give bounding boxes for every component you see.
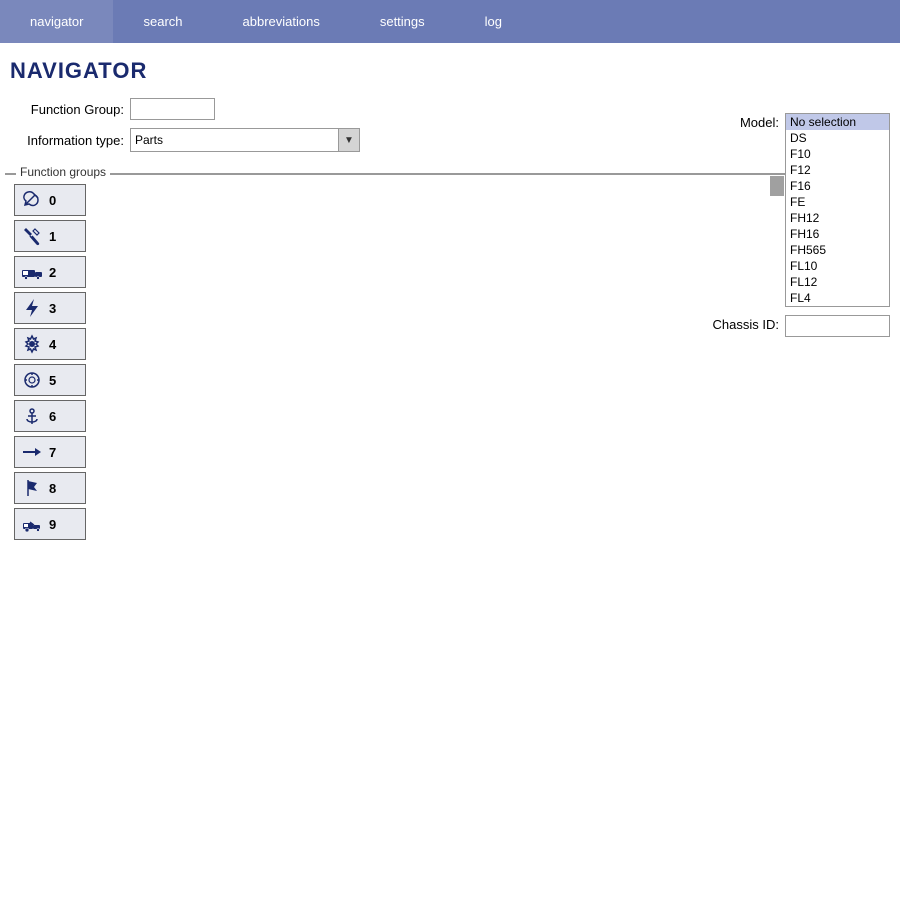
fg-button-7[interactable]: 7 — [14, 436, 86, 468]
model-option-fh16[interactable]: FH16 — [786, 226, 889, 242]
model-option-fh12[interactable]: FH12 — [786, 210, 889, 226]
fg-number-0: 0 — [49, 193, 56, 208]
nav-item-abbreviations[interactable]: abbreviations — [213, 0, 350, 43]
fg-number-7: 7 — [49, 445, 56, 460]
function-groups-section: Function groups 0 — [5, 173, 785, 175]
fg-button-1[interactable]: 1 — [14, 220, 86, 252]
model-option-fe[interactable]: FE — [786, 194, 889, 210]
fg-button-2[interactable]: 2 — [14, 256, 86, 288]
fg-number-1: 1 — [49, 229, 56, 244]
gear-icon — [19, 332, 45, 356]
model-option-ds[interactable]: DS — [786, 130, 889, 146]
model-option-fl10[interactable]: FL10 — [786, 258, 889, 274]
fg-number-6: 6 — [49, 409, 56, 424]
truck-icon — [19, 260, 45, 284]
model-option-f12[interactable]: F12 — [786, 162, 889, 178]
fg-button-3[interactable]: 3 — [14, 292, 86, 324]
fg-number-3: 3 — [49, 301, 56, 316]
tractor-icon — [19, 512, 45, 536]
function-group-input[interactable] — [130, 98, 215, 120]
circle-gear-icon — [19, 368, 45, 392]
main-content: NAVIGATOR Function Group: Information ty… — [0, 43, 900, 170]
flag-icon — [19, 476, 45, 500]
fg-button-5[interactable]: 5 — [14, 364, 86, 396]
information-type-label: Information type: — [10, 133, 130, 148]
fg-number-9: 9 — [49, 517, 56, 532]
model-option-fh565[interactable]: FH565 — [786, 242, 889, 258]
information-type-select-wrapper: Parts Repair Wiring Service ▼ — [130, 128, 360, 152]
model-option-no-selection[interactable]: No selection — [786, 114, 889, 130]
fg-button-6[interactable]: 6 — [14, 400, 86, 432]
scrollbar-thumb[interactable] — [770, 176, 784, 196]
function-groups-title: Function groups — [16, 165, 110, 179]
model-listbox[interactable]: No selection DS F10 F12 F16 FE FH12 FH16… — [785, 113, 890, 307]
fg-button-0[interactable]: 0 — [14, 184, 86, 216]
fg-button-4[interactable]: 4 — [14, 328, 86, 360]
nav-item-navigator[interactable]: navigator — [0, 0, 113, 43]
function-group-label: Function Group: — [10, 102, 130, 117]
bolt-icon — [19, 296, 45, 320]
function-group-buttons: 0 1 — [6, 174, 784, 548]
fg-number-2: 2 — [49, 265, 56, 280]
navigation-bar: navigator search abbreviations settings … — [0, 0, 900, 43]
fg-number-5: 5 — [49, 373, 56, 388]
information-type-select[interactable]: Parts Repair Wiring Service — [130, 128, 360, 152]
tools-icon — [19, 224, 45, 248]
model-option-fl4[interactable]: FL4 — [786, 290, 889, 306]
model-option-fl12[interactable]: FL12 — [786, 274, 889, 290]
model-label: Model: — [700, 113, 785, 130]
fg-button-9[interactable]: 9 — [14, 508, 86, 540]
nav-item-settings[interactable]: settings — [350, 0, 455, 43]
nav-item-search[interactable]: search — [113, 0, 212, 43]
fg-button-8[interactable]: 8 — [14, 472, 86, 504]
wrench-icon — [19, 188, 45, 212]
fg-number-4: 4 — [49, 337, 56, 352]
model-option-f10[interactable]: F10 — [786, 146, 889, 162]
model-option-f16[interactable]: F16 — [786, 178, 889, 194]
fg-number-8: 8 — [49, 481, 56, 496]
anchor-icon — [19, 404, 45, 428]
chassis-id-input[interactable] — [785, 315, 890, 337]
arrow-icon — [19, 440, 45, 464]
page-title: NAVIGATOR — [10, 58, 890, 84]
nav-item-log[interactable]: log — [455, 0, 532, 43]
